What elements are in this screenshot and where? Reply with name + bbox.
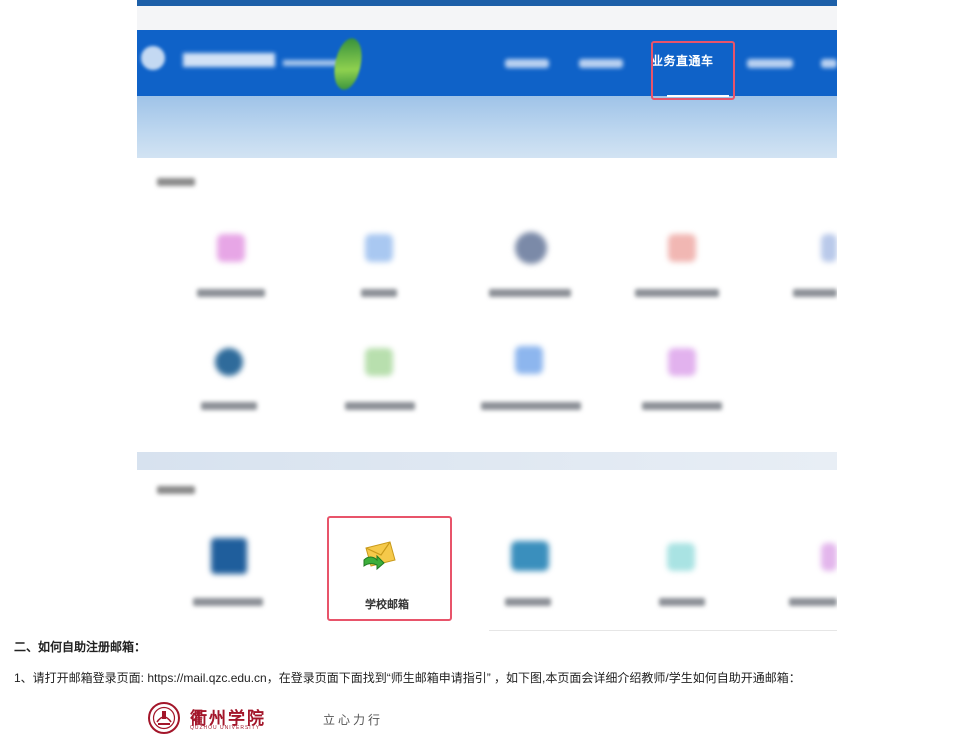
service-caption-blurred xyxy=(635,289,719,297)
service-caption-blurred xyxy=(361,289,397,297)
service-icon[interactable] xyxy=(515,346,543,374)
section-heading: 二、如何自助注册邮箱： xyxy=(14,640,147,654)
service-caption-blurred xyxy=(793,289,837,297)
service-icon[interactable] xyxy=(821,234,837,262)
service-icon[interactable] xyxy=(211,538,247,574)
service-caption-blurred xyxy=(659,598,705,606)
service-icon[interactable] xyxy=(215,348,243,376)
university-seal-icon xyxy=(148,702,180,734)
section-label-blurred xyxy=(157,178,195,186)
instruction-paragraph: 1、请打开邮箱登录页面: https://mail.qzc.edu.cn，在登录… xyxy=(14,671,801,685)
service-caption-blurred xyxy=(197,289,265,297)
nav-highlight-box xyxy=(651,41,735,100)
service-icon[interactable] xyxy=(668,234,696,262)
university-name-english: QUZHOU UNIVERSITY xyxy=(190,725,261,731)
mail-tile-highlight-box xyxy=(327,516,452,621)
service-icon[interactable] xyxy=(515,232,547,264)
university-motto: 立心力行 xyxy=(323,713,384,727)
service-caption-blurred xyxy=(789,598,837,606)
portal-banner xyxy=(137,96,837,158)
service-caption-blurred xyxy=(345,402,415,410)
portal-logo-text xyxy=(183,53,275,67)
portal-logo-seal-icon xyxy=(141,46,165,70)
nav-item-blurred[interactable] xyxy=(579,59,623,68)
service-caption-blurred xyxy=(489,289,571,297)
section-divider xyxy=(137,452,837,470)
service-icon[interactable] xyxy=(667,543,695,571)
service-icon[interactable] xyxy=(668,348,696,376)
service-icon[interactable] xyxy=(217,234,245,262)
section-label-blurred xyxy=(157,486,195,494)
portal-top-stripe xyxy=(137,6,837,30)
service-caption-blurred xyxy=(505,598,551,606)
service-icon[interactable] xyxy=(365,348,393,376)
service-icon[interactable] xyxy=(365,234,393,262)
nav-item-blurred[interactable] xyxy=(747,59,793,68)
service-icon[interactable] xyxy=(511,541,549,571)
nav-item-blurred[interactable] xyxy=(505,59,549,68)
screenshot-bottom-line xyxy=(489,630,837,631)
nav-item-blurred[interactable] xyxy=(821,59,837,68)
service-icon[interactable] xyxy=(821,543,837,571)
service-caption-blurred xyxy=(201,402,257,410)
portal-screenshot: 业务直通车 学校邮箱 xyxy=(137,0,837,632)
service-caption-blurred xyxy=(642,402,722,410)
service-caption-blurred xyxy=(193,598,263,606)
service-caption-blurred xyxy=(481,402,581,410)
